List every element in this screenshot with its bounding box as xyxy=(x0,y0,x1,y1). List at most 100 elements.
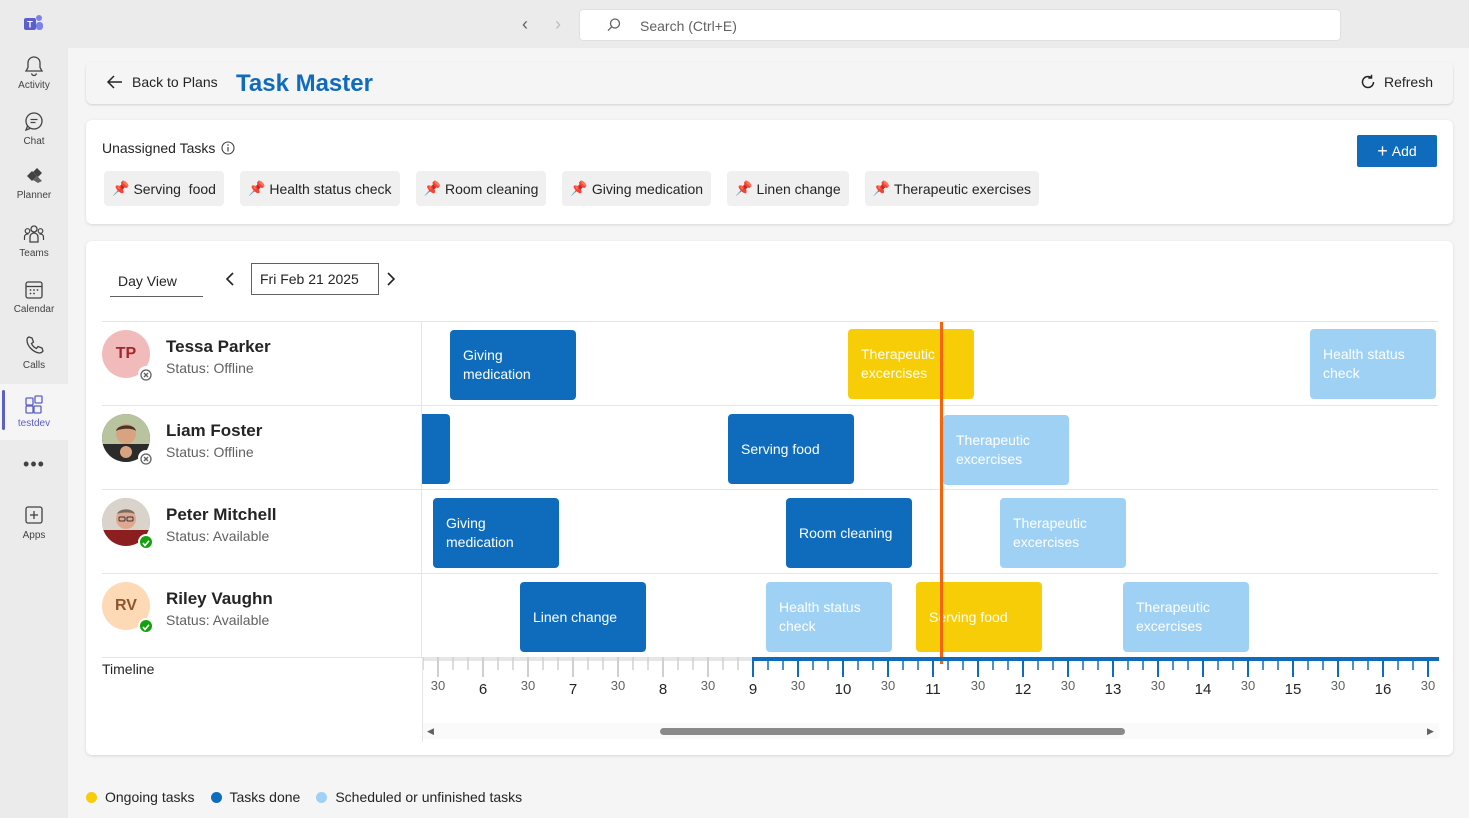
page-title: Task Master xyxy=(236,70,373,97)
task-label: Serving food xyxy=(741,440,820,457)
person-name: Liam Foster xyxy=(166,421,263,440)
rail-item-planner[interactable]: Planner xyxy=(0,164,68,216)
svg-text:T: T xyxy=(27,20,33,30)
task-block[interactable]: Linen change xyxy=(520,582,646,652)
timeline-ruler[interactable]: 30 6 30 7 30 8 30 9 30 10 30 11 30 12 30 13 30 14 30 15 30 16… xyxy=(422,657,1439,742)
task-chip[interactable]: 📌 Health status check xyxy=(239,171,400,206)
person-cell: TP Tessa Parker Status: Offline xyxy=(102,322,422,406)
scroll-left-icon[interactable]: ◀ xyxy=(427,726,434,737)
pushpin-icon: 📌 xyxy=(735,180,753,196)
rail-item-chat[interactable]: Chat xyxy=(0,110,68,162)
unassigned-task-chips: 📌 Serving food 📌 Health status check 📌 Room… xyxy=(104,171,1039,206)
forward-nav-icon[interactable]: › xyxy=(548,14,568,35)
legend-swatch xyxy=(86,791,97,803)
schedule-panel: Day View Fri Feb 21 2025 TP Tessa Parker… xyxy=(86,241,1453,755)
person-status: Status: Offline xyxy=(166,444,254,460)
previous-day-icon[interactable] xyxy=(223,271,237,287)
search-placeholder: Search (Ctrl+E) xyxy=(640,18,737,34)
rail-item-teams[interactable]: Teams xyxy=(0,222,68,274)
rail-item-activity[interactable]: Activity xyxy=(0,54,68,106)
half-hour-label: 30 xyxy=(881,678,895,693)
task-chip[interactable]: 📌 Giving medication xyxy=(562,171,712,206)
info-icon[interactable] xyxy=(221,141,235,155)
task-label: Giving medication xyxy=(446,515,514,550)
task-block[interactable]: Health status check xyxy=(1310,329,1436,399)
task-chip[interactable]: 📌 Therapeutic exercises xyxy=(864,171,1039,206)
task-chip[interactable]: 📌 Serving food xyxy=(104,171,224,206)
search-icon xyxy=(607,18,621,32)
main-content: Back to Plans Task Master Refresh Unassi… xyxy=(68,48,1469,818)
half-hour-label: 30 xyxy=(1151,678,1165,693)
rail-item-testdev[interactable]: testdev xyxy=(0,384,68,440)
half-hour-label: 30 xyxy=(431,678,445,693)
phone-icon xyxy=(26,336,44,354)
offline-status-icon xyxy=(138,366,154,382)
teams-logo-icon[interactable]: T xyxy=(22,13,44,35)
rail-label: Calendar xyxy=(13,304,55,315)
pushpin-icon: 📌 xyxy=(247,180,266,196)
half-hour-label: 30 xyxy=(611,678,625,693)
next-day-icon[interactable] xyxy=(384,271,398,287)
legend-swatch xyxy=(210,791,222,803)
add-label: Add xyxy=(1391,143,1417,159)
legend-swatch xyxy=(316,791,328,803)
person-name: Peter Mitchell xyxy=(166,505,277,524)
chip-label: Room cleaning xyxy=(444,180,539,197)
pushpin-icon: 📌 xyxy=(112,180,130,196)
chip-label: Therapeutic exercises xyxy=(894,180,1031,197)
rail-item-apps[interactable]: Apps xyxy=(0,504,68,556)
pushpin-icon: 📌 xyxy=(872,180,891,196)
task-block[interactable]: Giving medication xyxy=(433,498,559,568)
task-label: Health status check xyxy=(1323,346,1405,381)
rail-label: testdev xyxy=(17,418,51,429)
add-task-button[interactable]: + Add xyxy=(1357,135,1437,167)
chip-label: Linen change xyxy=(756,180,841,197)
task-chip[interactable]: 📌 Room cleaning xyxy=(415,171,547,206)
hour-label: 14 xyxy=(1195,681,1212,698)
task-block[interactable]: Therapeutic excercises xyxy=(1000,498,1126,568)
date-picker[interactable]: Fri Feb 21 2025 xyxy=(251,263,379,295)
hour-label: 16 xyxy=(1375,681,1392,698)
unassigned-tasks-heading: Unassigned Tasks xyxy=(102,140,235,156)
legend-label: Tasks done xyxy=(229,789,301,805)
task-chip[interactable]: 📌 Linen change xyxy=(727,171,849,206)
chip-label: Giving medication xyxy=(591,180,704,197)
calendar-icon xyxy=(25,281,43,299)
task-label: Therapeutic excercises xyxy=(956,432,1030,467)
more-apps-icon[interactable]: ••• xyxy=(0,454,68,475)
page-header: Back to Plans Task Master Refresh xyxy=(86,62,1453,104)
task-block[interactable]: Therapeutic excercises xyxy=(848,329,974,399)
task-block[interactable]: Therapeutic excercises xyxy=(1123,582,1249,652)
person-row: RV Riley Vaughn Status: Available Linen … xyxy=(102,573,1438,658)
half-hour-label: 30 xyxy=(1241,678,1255,693)
task-block[interactable]: Giving medication xyxy=(450,330,576,400)
hour-label: 12 xyxy=(1015,681,1032,698)
available-status-icon xyxy=(138,534,154,550)
task-block[interactable]: Health status check xyxy=(766,582,892,652)
scroll-right-icon[interactable]: ▶ xyxy=(1427,726,1434,737)
chip-label: Serving food xyxy=(133,180,216,197)
timeline-baseline-active xyxy=(753,657,1439,661)
search-input[interactable]: Search (Ctrl+E) xyxy=(579,9,1341,41)
unassigned-tasks-panel: Unassigned Tasks + Add 📌 Serving food 📌 He… xyxy=(86,120,1453,224)
back-to-plans-button[interactable]: Back to Plans xyxy=(106,74,218,90)
scrollbar-thumb[interactable] xyxy=(660,728,1125,735)
chip-label: Health status check xyxy=(269,180,392,197)
rail-item-calendar[interactable]: Calendar xyxy=(0,278,68,330)
view-selector[interactable]: Day View xyxy=(110,264,203,297)
back-nav-icon[interactable]: ‹ xyxy=(515,14,535,35)
legend-label: Scheduled or unfinished tasks xyxy=(335,789,523,805)
task-block[interactable] xyxy=(422,414,450,484)
task-block[interactable]: Room cleaning xyxy=(786,498,912,568)
hour-label: 15 xyxy=(1285,681,1302,698)
rail-item-calls[interactable]: Calls xyxy=(0,334,68,386)
task-block[interactable]: Serving food xyxy=(916,582,1042,652)
rail-label: Calls xyxy=(22,360,46,371)
task-block[interactable]: Therapeutic excercises xyxy=(943,415,1069,485)
task-block[interactable]: Serving food xyxy=(728,414,854,484)
timeline-label: Timeline xyxy=(102,661,155,677)
person-cell: RV Riley Vaughn Status: Available xyxy=(102,574,422,658)
refresh-button[interactable]: Refresh xyxy=(1360,74,1433,90)
person-row: TP Tessa Parker Status: Offline Giving m… xyxy=(102,321,1438,406)
status-legend: Ongoing tasks Tasks done Scheduled or un… xyxy=(86,789,522,805)
